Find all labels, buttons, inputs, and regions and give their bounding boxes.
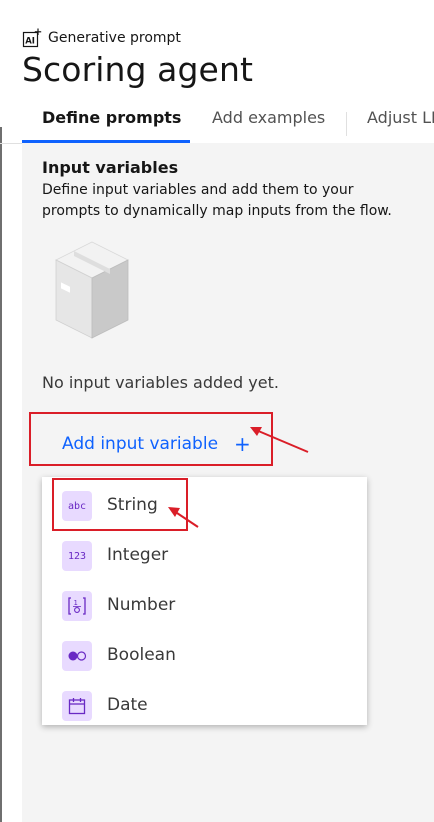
calendar-icon <box>62 691 92 721</box>
section-title: Input variables <box>42 158 179 177</box>
boolean-toggle-icon <box>62 641 92 671</box>
empty-box-illustration <box>52 238 132 342</box>
tab-add-examples[interactable]: Add examples <box>212 102 325 142</box>
page-kicker: AI Generative prompt <box>22 28 181 48</box>
menu-item-label: Number <box>107 595 176 615</box>
variable-type-menu: abc String 123 Integer 1 Number Boolean <box>42 477 367 725</box>
integer-icon: 123 <box>62 541 92 571</box>
menu-item-date[interactable]: Date <box>42 679 367 729</box>
add-input-variable-button[interactable]: Add input variable + <box>42 428 268 464</box>
tab-separator <box>346 112 347 136</box>
svg-text:1: 1 <box>74 599 78 607</box>
ai-sparkle-icon: AI <box>22 28 42 48</box>
menu-item-label: Boolean <box>107 645 176 665</box>
svg-text:AI: AI <box>25 37 35 47</box>
tab-define-prompts[interactable]: Define prompts <box>42 102 181 142</box>
tab-bar: Define prompts Add examples Adjust LL <box>0 102 434 144</box>
tab-adjust-llm[interactable]: Adjust LL <box>367 102 434 142</box>
abc-icon: abc <box>62 491 92 521</box>
kicker-text: Generative prompt <box>48 30 181 46</box>
page-title: Scoring agent <box>22 50 253 89</box>
empty-state-message: No input variables added yet. <box>42 373 279 392</box>
menu-item-boolean[interactable]: Boolean <box>42 629 367 679</box>
menu-item-label: Date <box>107 695 148 715</box>
add-input-variable-label: Add input variable <box>62 434 219 454</box>
menu-item-label: Integer <box>107 545 169 565</box>
menu-item-label: String <box>107 495 158 515</box>
section-description: Define input variables and add them to y… <box>42 182 392 219</box>
menu-item-string[interactable]: abc String <box>42 479 367 529</box>
menu-item-number[interactable]: 1 Number <box>42 579 367 629</box>
add-icon: + <box>234 432 251 456</box>
menu-item-integer[interactable]: 123 Integer <box>42 529 367 579</box>
number-icon: 1 <box>62 591 92 621</box>
